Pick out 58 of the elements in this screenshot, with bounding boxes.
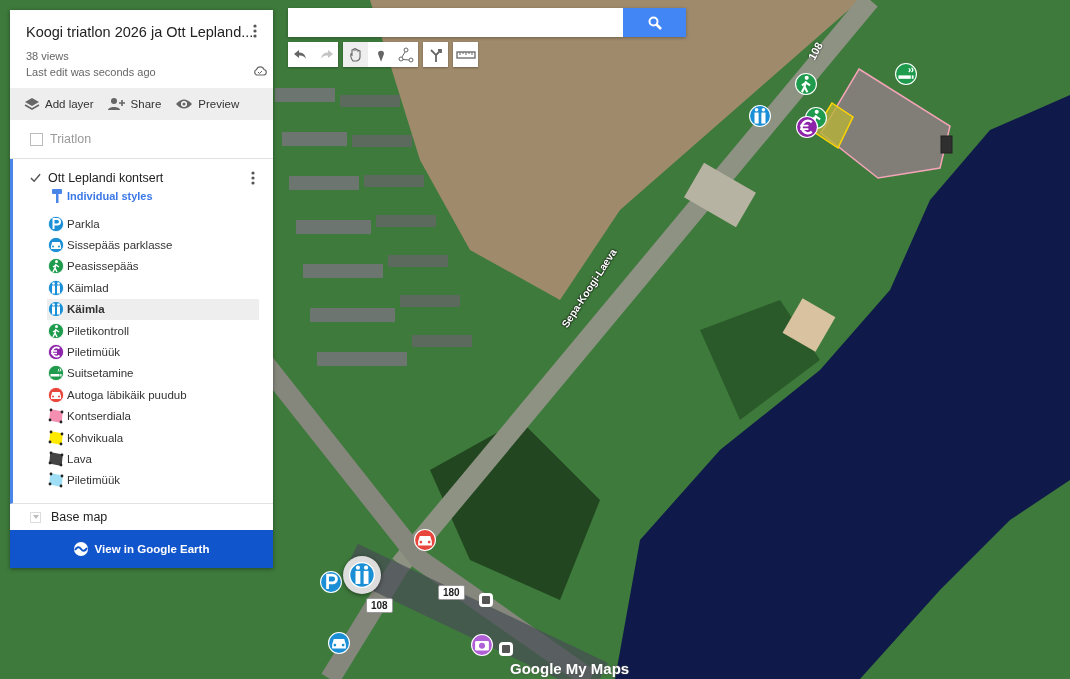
hand-button[interactable] — [343, 42, 368, 67]
car-marker[interactable] — [414, 529, 436, 551]
view-in-google-earth-button[interactable]: View in Google Earth — [10, 530, 273, 569]
legend-item[interactable]: Sissepääs parklasse — [47, 234, 259, 256]
line-tool-button[interactable] — [393, 42, 418, 67]
legend-item[interactable]: Piletimüük — [47, 469, 259, 492]
legend-item[interactable]: Lava — [47, 448, 259, 470]
marker-button[interactable] — [368, 42, 393, 67]
map-title: Koogi triatlon 2026 ja Ott Lepland... — [26, 24, 254, 40]
car-marker[interactable] — [328, 632, 350, 654]
search-field[interactable] — [288, 8, 623, 37]
legend-item[interactable]: Parkla — [47, 213, 259, 235]
globe-icon — [73, 542, 88, 557]
add-layer-button[interactable]: Add layer — [20, 97, 98, 111]
legend-item[interactable]: Piletikontroll — [47, 319, 259, 342]
line-tool-icon — [396, 45, 415, 64]
legend-item[interactable]: Autoga läbikäik puudub — [47, 384, 259, 406]
walking-person-marker[interactable] — [795, 73, 817, 95]
legend-item[interactable]: Käimla — [47, 298, 259, 320]
euro-marker[interactable] — [796, 116, 818, 138]
undo-button[interactable] — [288, 42, 313, 67]
more-options-icon[interactable] — [251, 171, 255, 185]
layer-checkbox[interactable] — [30, 132, 43, 146]
restroom-marker[interactable] — [749, 105, 771, 127]
legend-item[interactable]: Kontserdiala — [47, 405, 259, 427]
search-button[interactable] — [623, 8, 686, 37]
camera-marker[interactable] — [471, 634, 493, 656]
add-person-icon — [107, 97, 126, 111]
bus-stop-icon — [478, 592, 494, 608]
view-count: 38 views — [26, 50, 70, 62]
legend-item[interactable]: Peasissepääs — [47, 255, 259, 278]
road-number: 108 — [804, 39, 826, 64]
more-options-icon[interactable] — [253, 24, 258, 38]
layer-name: Triatlon — [50, 132, 93, 146]
search-icon — [647, 15, 662, 30]
parking-marker[interactable] — [320, 571, 342, 593]
ruler-button[interactable] — [453, 42, 478, 67]
preview-button[interactable]: Preview — [171, 98, 244, 110]
legend-item[interactable]: Kohvikuala — [47, 426, 259, 449]
layer-checkbox[interactable] — [30, 172, 41, 184]
last-edit-status: Last edit was seconds ago — [26, 66, 157, 78]
google-my-maps-logo: Google My Maps — [510, 660, 630, 677]
base-map-label[interactable]: Base map — [51, 510, 108, 525]
legend-item[interactable]: Piletimüük — [47, 341, 259, 363]
legend-item[interactable]: Käimlad — [47, 277, 259, 299]
cloud-saved-icon — [253, 66, 268, 76]
share-button[interactable]: Share — [103, 97, 166, 111]
road-number: 180 — [438, 585, 465, 600]
eye-icon — [175, 98, 194, 110]
paint-roller-icon — [52, 189, 62, 203]
smoking-marker[interactable] — [895, 63, 917, 85]
layer-name: Ott Leplandi kontsert — [48, 171, 165, 185]
bus-stop-icon — [498, 641, 514, 657]
route-fork-button[interactable] — [423, 42, 448, 67]
style-link[interactable]: Individual styles — [67, 190, 153, 202]
layers-icon — [24, 97, 40, 111]
legend-item[interactable]: Suitsetamine — [47, 362, 259, 385]
road-number: 108 — [366, 598, 393, 613]
